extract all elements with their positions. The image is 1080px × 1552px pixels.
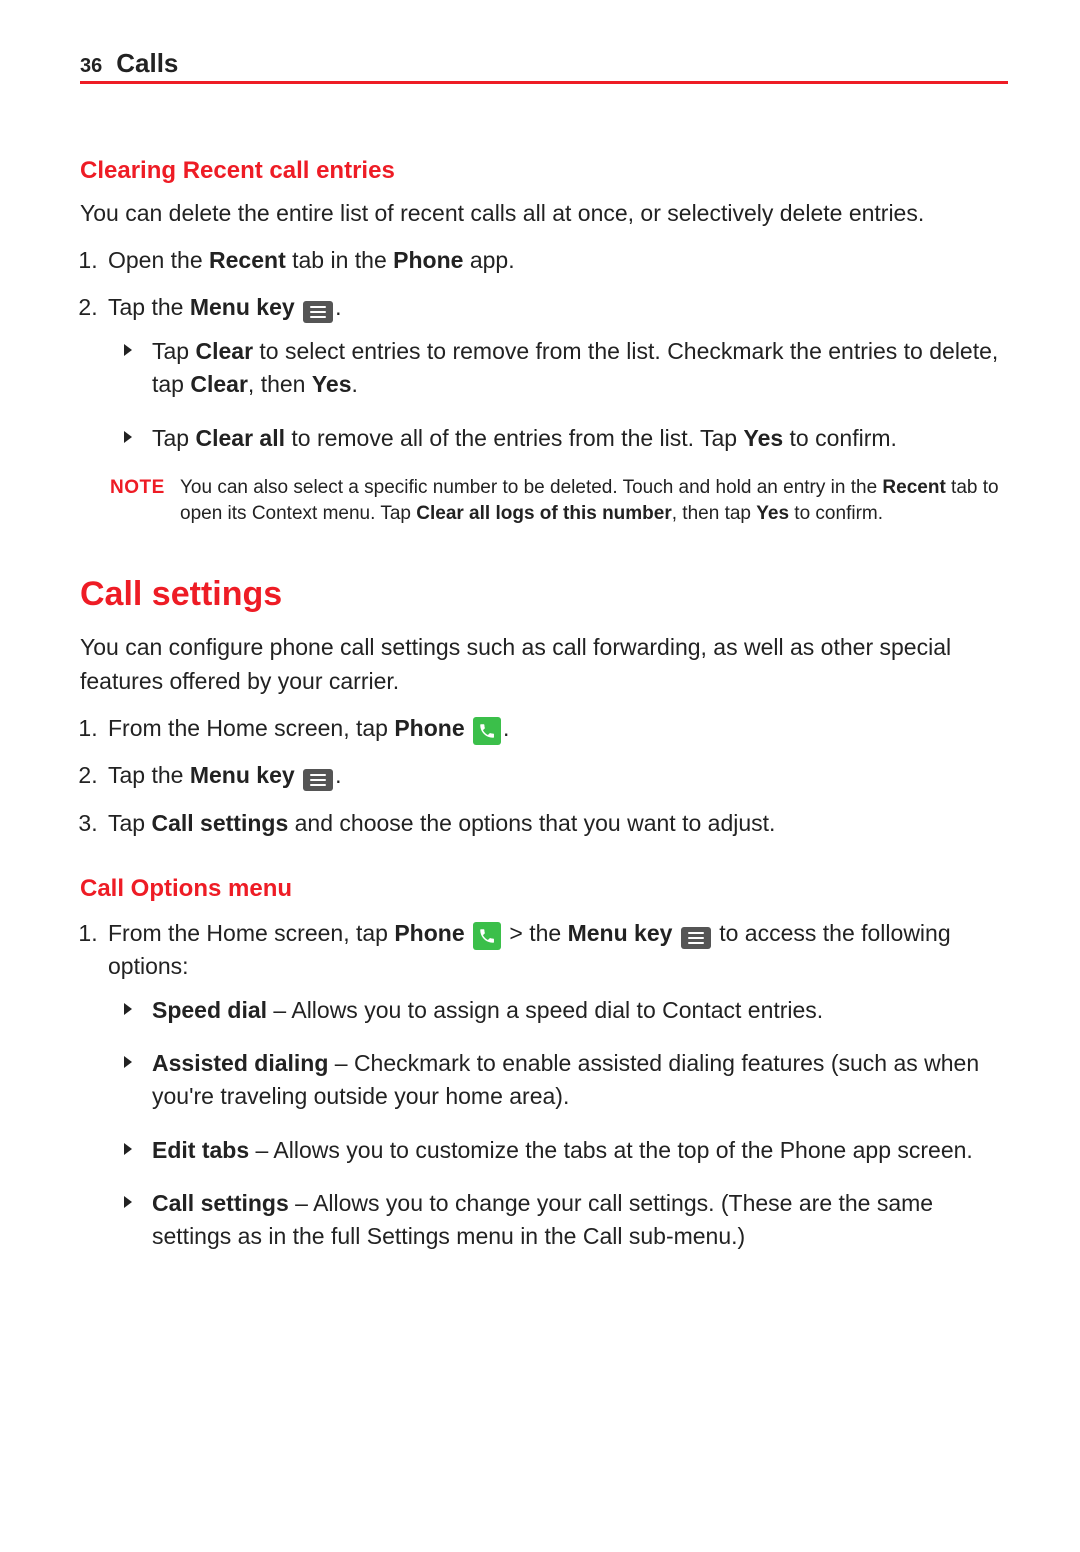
step-item: Tap the Menu key .: [104, 759, 1008, 792]
steps-list: Open the Recent tab in the Phone app. Ta…: [80, 244, 1008, 455]
options-list: Speed dial – Allows you to assign a spee…: [108, 994, 1008, 1254]
steps-list: From the Home screen, tap Phone . Tap th…: [80, 712, 1008, 840]
menu-key-icon: [681, 927, 711, 949]
step-item: Tap Call settings and choose the options…: [104, 807, 1008, 840]
intro-paragraph: You can configure phone call settings su…: [80, 631, 1008, 698]
step-item: From the Home screen, tap Phone .: [104, 712, 1008, 745]
list-item: Edit tabs – Allows you to customize the …: [142, 1134, 1008, 1167]
list-item: Speed dial – Allows you to assign a spee…: [142, 994, 1008, 1027]
menu-key-icon: [303, 301, 333, 323]
steps-list: From the Home screen, tap Phone > the Me…: [80, 917, 1008, 1254]
running-header: 36 Calls: [80, 48, 1008, 84]
manual-page: 36 Calls Clearing Recent call entries Yo…: [0, 0, 1080, 1552]
sub-bullet-list: Tap Clear to select entries to remove fr…: [108, 335, 1008, 455]
step-item: Open the Recent tab in the Phone app.: [104, 244, 1008, 277]
list-item: Call settings – Allows you to change you…: [142, 1187, 1008, 1254]
step-item: Tap the Menu key . Tap Clear to select e…: [104, 291, 1008, 454]
list-item: Assisted dialing – Checkmark to enable a…: [142, 1047, 1008, 1114]
phone-app-icon: [473, 922, 501, 950]
list-item: Tap Clear to select entries to remove fr…: [142, 335, 1008, 402]
page-content: Clearing Recent call entries You can del…: [80, 154, 1008, 1254]
heading-call-settings: Call settings: [80, 570, 1008, 619]
heading-clearing-recent: Clearing Recent call entries: [80, 154, 1008, 189]
note-block: NOTE You can also select a specific numb…: [110, 475, 1008, 528]
chapter-title: Calls: [116, 48, 178, 79]
step-item: From the Home screen, tap Phone > the Me…: [104, 917, 1008, 1254]
list-item: Tap Clear all to remove all of the entri…: [142, 422, 1008, 455]
phone-app-icon: [473, 717, 501, 745]
heading-call-options-menu: Call Options menu: [80, 872, 1008, 907]
page-number: 36: [80, 55, 102, 78]
intro-paragraph: You can delete the entire list of recent…: [80, 197, 1008, 230]
menu-key-icon: [303, 769, 333, 791]
note-label: NOTE: [110, 475, 180, 528]
note-body: You can also select a specific number to…: [180, 475, 1008, 528]
